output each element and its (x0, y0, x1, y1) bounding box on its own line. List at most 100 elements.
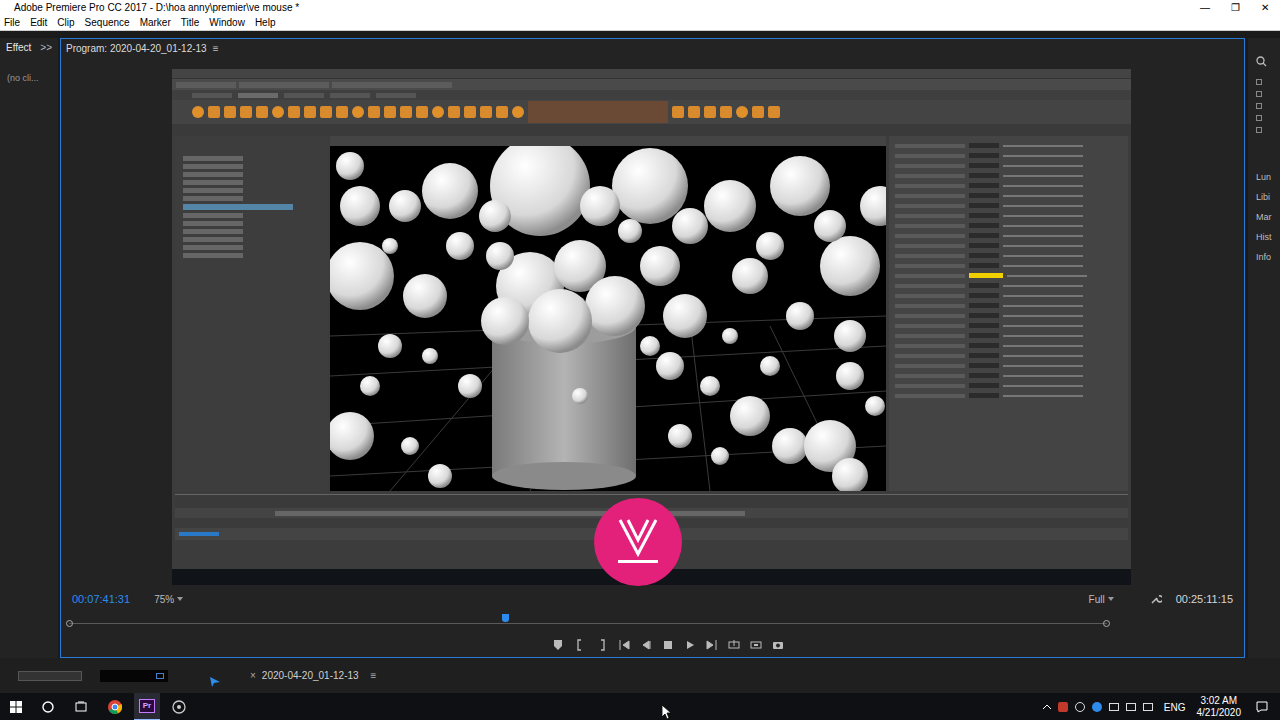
marker-icon[interactable] (552, 639, 564, 651)
restore-button[interactable]: ❐ (1220, 0, 1250, 15)
menu-bar: File Edit Clip Sequence Marker Title Window Hel… (0, 15, 1280, 31)
duration-timecode: 00:25:11:15 (1176, 591, 1233, 608)
timeline-menu[interactable]: ≡ (371, 668, 377, 683)
effect-tab[interactable]: Effect (6, 40, 31, 55)
attribute-row (895, 252, 1122, 259)
attribute-row (895, 232, 1122, 239)
menu-item[interactable]: Window (209, 15, 245, 30)
quality-level[interactable]: Full (1089, 592, 1105, 607)
shelf-icon (288, 106, 300, 118)
dropdown-icon (1108, 597, 1114, 601)
program-title[interactable]: Program: 2020-04-20_01-12-13 (66, 41, 207, 56)
tray-expand-icon[interactable] (1043, 704, 1051, 710)
mark-out-icon[interactable] (596, 639, 608, 651)
zoom-dropdown[interactable]: 75% (154, 592, 183, 607)
zoom-level[interactable]: 75% (154, 592, 174, 607)
outliner-row (183, 172, 243, 177)
current-timecode[interactable]: 00:07:41:31 (72, 591, 130, 608)
maya-viewport (330, 146, 886, 491)
menu-item[interactable]: Edit (30, 15, 47, 30)
close-button[interactable]: ✕ (1250, 0, 1280, 15)
window-controls: —❐✕ (1190, 0, 1280, 15)
quality-dropdown[interactable]: Full (1089, 592, 1114, 607)
panel-tab[interactable]: Info (1256, 251, 1272, 263)
panel-menu[interactable]: ≡ (213, 41, 219, 56)
app-icon[interactable] (172, 700, 186, 714)
task-view-icon[interactable] (75, 701, 87, 713)
clock[interactable]: 3:02 AM 4/21/2020 (1197, 695, 1242, 719)
timeline-close[interactable]: × (250, 668, 256, 683)
more-tabs[interactable]: >> (40, 40, 52, 55)
panel-tab[interactable]: Libi (1256, 191, 1272, 203)
shelf-icon (448, 106, 460, 118)
cursor-icon (210, 677, 220, 687)
menu-item[interactable]: Help (255, 15, 276, 30)
timeline-tab[interactable]: 2020-04-20_01-12-13 (262, 668, 359, 683)
shelf-icon (352, 106, 364, 118)
outliner-row (183, 204, 293, 210)
menu-item[interactable]: Title (181, 15, 200, 30)
workspace: Effect >> (no cli... Program: 2020-04-20… (0, 31, 1280, 693)
go-to-out-icon[interactable] (706, 639, 718, 651)
outliner-row (183, 253, 243, 258)
attribute-row (895, 282, 1122, 289)
right-panel: Lun Libi Mar Hist Info (1248, 38, 1280, 658)
windows-start-icon[interactable] (10, 701, 22, 713)
overwrite-icon[interactable] (750, 639, 762, 651)
outliner-row (183, 229, 243, 234)
attribute-row (895, 172, 1122, 179)
menu-item[interactable]: File (4, 15, 20, 30)
outliner-row (183, 196, 243, 201)
attribute-row (895, 342, 1122, 349)
title-bar: Adobe Premiere Pro CC 2017 - D:\hoa anny… (0, 0, 1280, 15)
panel-tab[interactable]: Mar (1256, 211, 1272, 223)
shelf-icon (224, 106, 236, 118)
premiere-app-label: Pr (139, 699, 155, 713)
scrub-track[interactable] (69, 623, 1107, 624)
menu-item[interactable]: Clip (57, 15, 74, 30)
attribute-row (895, 182, 1122, 189)
language[interactable]: ENG (1164, 700, 1186, 715)
outliner-row (183, 221, 243, 226)
mouse-cursor-icon (662, 705, 672, 720)
search-icon[interactable] (42, 701, 54, 713)
outliner-row (183, 213, 243, 218)
notification-icon[interactable] (1256, 701, 1268, 713)
no-clip-label: (no cli... (7, 73, 39, 83)
play-icon[interactable] (684, 639, 696, 651)
attribute-row (895, 392, 1122, 399)
video-frame (172, 69, 1131, 585)
shelf-icon (512, 106, 524, 118)
attribute-row (895, 142, 1122, 149)
shelf-icon (368, 106, 380, 118)
attribute-row (895, 362, 1122, 369)
search-icon[interactable] (1256, 56, 1267, 67)
taskbar-app[interactable]: Pr (134, 693, 160, 720)
attribute-row (895, 292, 1122, 299)
attribute-row (895, 222, 1122, 229)
attribute-row (895, 202, 1122, 209)
wrench-icon[interactable] (1150, 593, 1162, 605)
menu-item[interactable]: Marker (140, 15, 171, 30)
chrome-icon[interactable] (108, 700, 122, 714)
playhead[interactable] (502, 614, 509, 622)
shelf-icon (416, 106, 428, 118)
menu-item[interactable]: Sequence (85, 15, 130, 30)
panel-tab[interactable]: Lun (1256, 171, 1272, 183)
clock-date: 4/21/2020 (1197, 707, 1242, 719)
outliner-row (183, 188, 243, 193)
program-monitor: Program: 2020-04-20_01-12-13 ≡ (60, 38, 1245, 658)
stop-icon[interactable] (662, 639, 674, 651)
go-to-in-icon[interactable] (618, 639, 630, 651)
video-area (61, 57, 1244, 587)
panel-tab[interactable]: Hist (1256, 231, 1272, 243)
insert-icon[interactable] (728, 639, 740, 651)
shelf-icon (272, 106, 284, 118)
mark-in-icon[interactable] (574, 639, 586, 651)
step-back-icon[interactable] (640, 639, 652, 651)
attribute-row (895, 302, 1122, 309)
camera-icon[interactable] (772, 639, 784, 651)
minimize-button[interactable]: — (1190, 0, 1220, 15)
shelf-icon (672, 106, 684, 118)
shelf-icon (304, 106, 316, 118)
